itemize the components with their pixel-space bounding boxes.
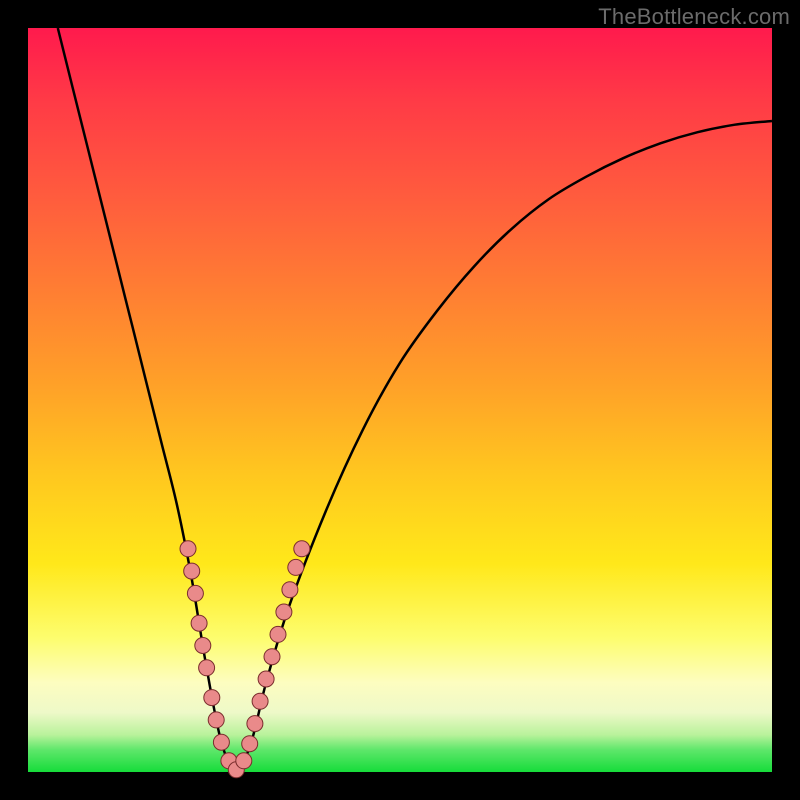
curve-marker bbox=[282, 582, 298, 598]
curve-marker bbox=[204, 690, 220, 706]
curve-markers bbox=[180, 541, 310, 778]
curve-marker bbox=[242, 736, 258, 752]
curve-marker bbox=[294, 541, 310, 557]
bottleneck-curve-path bbox=[58, 28, 772, 772]
curve-marker bbox=[276, 604, 292, 620]
curve-marker bbox=[258, 671, 274, 687]
chart-frame: TheBottleneck.com bbox=[0, 0, 800, 800]
curve-marker bbox=[208, 712, 224, 728]
curve-marker bbox=[252, 693, 268, 709]
curve-marker bbox=[199, 660, 215, 676]
plot-area bbox=[28, 28, 772, 772]
curve-marker bbox=[184, 563, 200, 579]
curve-marker bbox=[180, 541, 196, 557]
curve-marker bbox=[264, 649, 280, 665]
curve-marker bbox=[247, 716, 263, 732]
curve-marker bbox=[213, 734, 229, 750]
curve-marker bbox=[195, 638, 211, 654]
watermark-text: TheBottleneck.com bbox=[598, 4, 790, 30]
curve-marker bbox=[288, 559, 304, 575]
curve-marker bbox=[191, 615, 207, 631]
curve-marker bbox=[187, 585, 203, 601]
curve-svg bbox=[28, 28, 772, 772]
curve-marker bbox=[270, 626, 286, 642]
curve-marker bbox=[236, 753, 252, 769]
